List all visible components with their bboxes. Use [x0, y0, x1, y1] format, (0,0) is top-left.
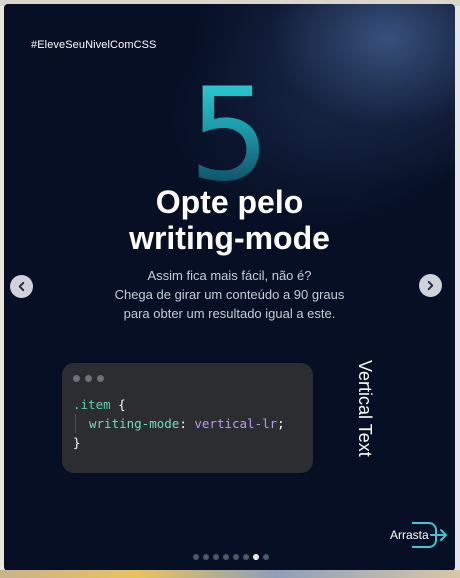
- window-dot: [97, 375, 104, 382]
- subtitle-line-1: Assim fica mais fácil, não é?: [147, 268, 312, 283]
- slide-number: 5: [4, 72, 455, 200]
- code-indent: writing-mode: vertical-lr;: [75, 414, 285, 433]
- headline: Opte pelo writing-mode: [4, 184, 455, 256]
- code-block: .item { writing-mode: vertical-lr; }: [73, 395, 285, 452]
- previous-slide-button[interactable]: [10, 275, 33, 298]
- code-line-2: writing-mode: vertical-lr;: [73, 414, 285, 433]
- code-value: vertical-lr: [194, 416, 278, 431]
- code-selector: .item: [73, 397, 111, 412]
- code-colon: :: [179, 416, 195, 431]
- code-snippet: .item { writing-mode: vertical-lr; }: [62, 363, 313, 473]
- code-property: writing-mode: [89, 416, 180, 431]
- next-slide-button[interactable]: [419, 274, 442, 297]
- code-semicolon: ;: [277, 416, 285, 431]
- pagination-dot[interactable]: [233, 554, 239, 560]
- pagination-dot[interactable]: [263, 554, 269, 560]
- carousel-pagination[interactable]: [193, 554, 269, 560]
- backdrop-bottom: [0, 570, 460, 578]
- code-close-brace: }: [73, 435, 81, 450]
- code-line-3: }: [73, 433, 285, 452]
- pagination-dot[interactable]: [253, 554, 259, 560]
- headline-line-1: Opte pelo: [155, 184, 304, 220]
- headline-line-2: writing-mode: [129, 220, 330, 256]
- subtitle-line-3: para obter um resultado igual a este.: [123, 306, 336, 321]
- pagination-dot[interactable]: [203, 554, 209, 560]
- code-open-brace: {: [110, 397, 126, 412]
- pagination-dot[interactable]: [193, 554, 199, 560]
- window-dot: [73, 375, 80, 382]
- hashtag: #EleveSeuNivelComCSS: [31, 39, 157, 51]
- pagination-dot[interactable]: [213, 554, 219, 560]
- chevron-right-icon: [427, 280, 434, 291]
- carousel-slide[interactable]: #EleveSeuNivelComCSS 5 Opte pelo writing…: [4, 4, 455, 571]
- arrow-right-icon[interactable]: [409, 520, 449, 550]
- chevron-left-icon: [18, 281, 25, 292]
- window-dot: [85, 375, 92, 382]
- code-line-1: .item {: [73, 395, 285, 414]
- window-dots: [73, 375, 104, 382]
- vertical-text-demo: Vertical Text: [355, 360, 375, 457]
- pagination-dot[interactable]: [223, 554, 229, 560]
- subtitle: Assim fica mais fácil, não é? Chega de g…: [4, 266, 455, 323]
- subtitle-line-2: Chega de girar um conteúdo a 90 graus: [114, 287, 345, 302]
- pagination-dot[interactable]: [243, 554, 249, 560]
